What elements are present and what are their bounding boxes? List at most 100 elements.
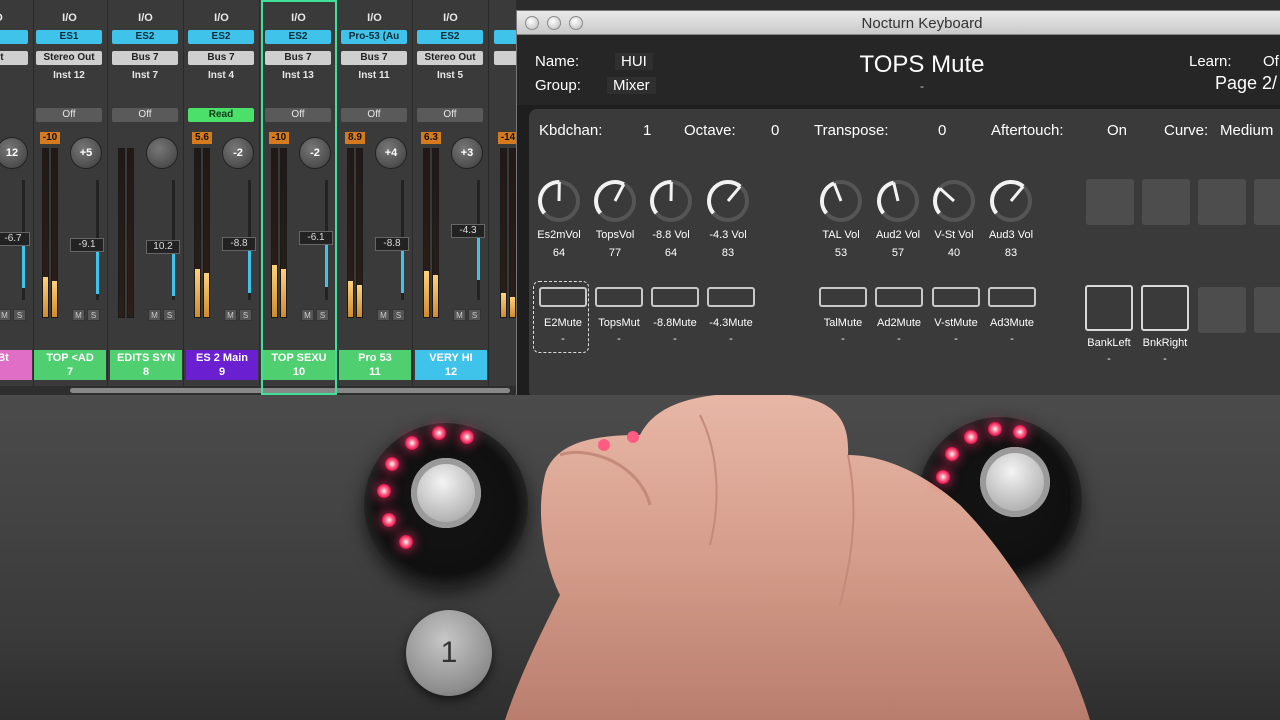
track-name[interactable]: VERY HI 12: [415, 350, 487, 380]
fader-value[interactable]: -4.3: [451, 224, 485, 238]
solo-button[interactable]: S: [87, 309, 100, 321]
mute-button[interactable]: M: [224, 309, 237, 321]
automation-mode[interactable]: Off: [341, 108, 407, 122]
track-name[interactable]: TOP SEXU 10: [263, 350, 335, 380]
solo-button[interactable]: S: [13, 309, 26, 321]
input-slot[interactable]: ES2: [188, 30, 254, 44]
empty-pad[interactable]: [1142, 179, 1190, 225]
fader-value[interactable]: 10.2: [146, 240, 180, 254]
output-slot[interactable]: Out: [0, 51, 28, 65]
curve-value[interactable]: Medium: [1220, 122, 1273, 139]
track-name[interactable]: EDITS SYN 8: [110, 350, 182, 380]
fader-value[interactable]: -6.1: [299, 231, 333, 245]
empty-pad[interactable]: [1086, 179, 1134, 225]
input-slot[interactable]: Pro-53 (Au: [341, 30, 407, 44]
pan-knob[interactable]: +4: [375, 137, 407, 169]
mute-toggle[interactable]: [988, 287, 1036, 307]
pan-knob[interactable]: +5: [70, 137, 102, 169]
pan-knob[interactable]: [146, 137, 178, 169]
channel-strip[interactable]: I/O Pro-53 (Au Bus 7 Inst 11 Off 8.9 +4 -8.8 M S P…: [337, 0, 413, 395]
aftertouch-value[interactable]: On: [1107, 122, 1127, 139]
output-slot[interactable]: Stereo Out: [36, 51, 102, 65]
fader-value[interactable]: -8.8: [222, 237, 256, 251]
solo-button[interactable]: S: [392, 309, 405, 321]
automation-mode[interactable]: Off: [112, 108, 178, 122]
pan-knob[interactable]: +3: [451, 137, 483, 169]
bank-pad[interactable]: [1085, 285, 1133, 331]
input-slot[interactable]: ES2: [112, 30, 178, 44]
automation-mode[interactable]: Read: [188, 108, 254, 122]
automation-mode[interactable]: Off: [265, 108, 331, 122]
volume-knob[interactable]: [591, 177, 639, 225]
mute-button[interactable]: M: [72, 309, 85, 321]
input-slot[interactable]: 1: [0, 30, 28, 44]
empty-pad[interactable]: [1254, 287, 1280, 333]
channel-strip[interactable]: I/O ES2 Bus 7 Inst 4 Read 5.6 -2 -8.8 M S ES 2 Mai…: [184, 0, 260, 395]
octave-value[interactable]: 0: [771, 122, 779, 139]
volume-knob[interactable]: [704, 177, 752, 225]
automation-mode[interactable]: Off: [36, 108, 102, 122]
solo-button[interactable]: S: [468, 309, 481, 321]
peak-indicator[interactable]: 6.3: [421, 132, 441, 144]
track-name[interactable]: ES 2 Main 9: [186, 350, 258, 380]
volume-knob[interactable]: [535, 177, 583, 225]
track-name[interactable]: Pro 53 11: [339, 350, 411, 380]
empty-pad[interactable]: [1198, 287, 1246, 333]
mute-button[interactable]: M: [301, 309, 314, 321]
pan-knob[interactable]: 12: [0, 137, 28, 169]
solo-button[interactable]: S: [316, 309, 329, 321]
track-name[interactable]: TOP <AD 7: [34, 350, 106, 380]
name-field[interactable]: HUI: [615, 53, 653, 70]
window-titlebar[interactable]: Nocturn Keyboard: [517, 11, 1280, 35]
mute-button[interactable]: M: [148, 309, 161, 321]
output-slot[interactable]: Ster: [494, 51, 516, 65]
channel-strip[interactable]: I/O ES2 Stereo Out Inst 5 Off 6.3 +3 -4.3 M S VERY…: [413, 0, 489, 395]
fader-value[interactable]: -9.1: [70, 238, 104, 252]
mute-toggle[interactable]: [707, 287, 755, 307]
volume-knob[interactable]: [930, 177, 978, 225]
peak-indicator[interactable]: 8.9: [345, 132, 365, 144]
channel-strip[interactable]: I/O ES1 Stereo Out Inst 12 Off -10 +5 -9.1 M S TOP…: [32, 0, 108, 395]
mute-toggle[interactable]: [595, 287, 643, 307]
learn-toggle[interactable]: Of: [1263, 53, 1279, 70]
volume-knob[interactable]: [647, 177, 695, 225]
mixer-scrollbar[interactable]: [0, 386, 516, 395]
mute-toggle[interactable]: [539, 287, 587, 307]
empty-pad[interactable]: [1254, 179, 1280, 225]
peak-indicator[interactable]: -14: [498, 132, 516, 144]
mute-toggle[interactable]: [819, 287, 867, 307]
bank-pad[interactable]: [1141, 285, 1189, 331]
mute-button[interactable]: M: [377, 309, 390, 321]
volume-knob[interactable]: [874, 177, 922, 225]
mute-button[interactable]: M: [0, 309, 11, 321]
pan-knob[interactable]: -2: [222, 137, 254, 169]
fader-value[interactable]: -8.8: [375, 237, 409, 251]
volume-knob[interactable]: [987, 177, 1035, 225]
group-field[interactable]: Mixer: [607, 77, 656, 94]
fader-value[interactable]: -6.7: [0, 232, 30, 246]
output-slot[interactable]: Stereo Out: [417, 51, 483, 65]
channel-strip[interactable]: I/O1Out912-6.7MSoffBt: [0, 0, 34, 395]
peak-indicator[interactable]: 5.6: [192, 132, 212, 144]
kbdchan-value[interactable]: 1: [643, 122, 651, 139]
output-slot[interactable]: Bus 7: [188, 51, 254, 65]
empty-pad[interactable]: [1198, 179, 1246, 225]
output-slot[interactable]: Bus 7: [265, 51, 331, 65]
input-slot[interactable]: ES2: [417, 30, 483, 44]
automation-mode[interactable]: Off: [417, 108, 483, 122]
transpose-value[interactable]: 0: [938, 122, 946, 139]
solo-button[interactable]: S: [239, 309, 252, 321]
peak-indicator[interactable]: -10: [40, 132, 60, 144]
peak-indicator[interactable]: -10: [269, 132, 289, 144]
pan-knob[interactable]: -2: [299, 137, 331, 169]
channel-strip[interactable]: I/O ES2 Bus 7 Inst 13 Off -10 -2 -6.1 M S TOP SEXU…: [261, 0, 337, 395]
channel-strip[interactable]: I/O ES2 Bus 7 Inst 7 Off 10.2 M S EDITS SYN 8: [108, 0, 184, 395]
output-slot[interactable]: Bus 7: [112, 51, 178, 65]
mute-button[interactable]: M: [453, 309, 466, 321]
mute-toggle[interactable]: [875, 287, 923, 307]
track-name[interactable]: offBt: [0, 350, 32, 380]
output-slot[interactable]: Bus 7: [341, 51, 407, 65]
input-slot[interactable]: Tal: [494, 30, 516, 44]
mute-toggle[interactable]: [651, 287, 699, 307]
mute-toggle[interactable]: [932, 287, 980, 307]
